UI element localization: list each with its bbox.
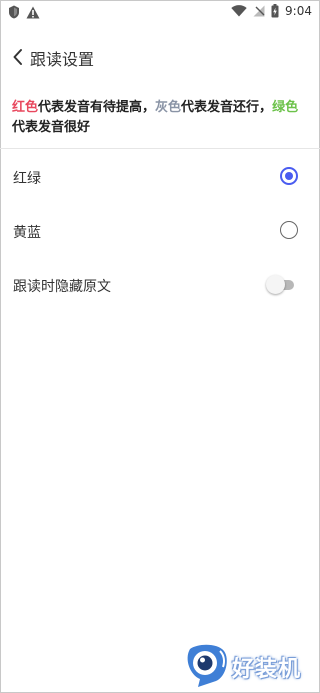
gray-word: 灰色 bbox=[155, 100, 182, 115]
green-word: 绿色 bbox=[272, 100, 299, 115]
watermark-text: 好装机 bbox=[232, 657, 302, 682]
page-title: 跟读设置 bbox=[30, 50, 95, 69]
red-description: 代表发音有待提高， bbox=[38, 100, 156, 115]
toggle-knob bbox=[266, 275, 285, 294]
watermark-logo-icon bbox=[187, 644, 227, 687]
status-left-icons bbox=[8, 5, 40, 19]
option-red-green-radio[interactable] bbox=[280, 167, 298, 185]
battery-charging-icon bbox=[271, 4, 279, 18]
status-time: 9:04 bbox=[285, 4, 312, 18]
section-divider bbox=[0, 148, 320, 149]
option-yellow-blue-label: 黄蓝 bbox=[13, 225, 41, 241]
wifi-icon bbox=[231, 5, 247, 17]
option-yellow-blue[interactable]: 黄蓝 bbox=[0, 212, 320, 252]
warning-icon bbox=[26, 6, 40, 18]
hide-text-label: 跟读时隐藏原文 bbox=[13, 279, 111, 295]
gray-description: 代表发音还行， bbox=[181, 100, 273, 115]
notification-shield-icon bbox=[9, 5, 19, 19]
color-legend-description: 红色代表发音有待提高，灰色代表发音还行，绿色代表发音很好 bbox=[12, 98, 310, 138]
hide-text-setting[interactable]: 跟读时隐藏原文 bbox=[0, 266, 320, 306]
hide-text-toggle[interactable] bbox=[266, 275, 294, 295]
option-yellow-blue-radio[interactable] bbox=[280, 221, 298, 239]
option-red-green-label: 红绿 bbox=[13, 171, 41, 187]
back-arrow-icon[interactable] bbox=[11, 48, 25, 66]
status-right-icons: 9:04 bbox=[231, 4, 312, 18]
option-red-green[interactable]: 红绿 bbox=[0, 158, 320, 198]
green-description: 代表发音很好 bbox=[12, 120, 91, 135]
status-bar: 9:04 bbox=[0, 0, 320, 26]
red-word: 红色 bbox=[12, 100, 39, 115]
app-bar: 跟读设置 bbox=[0, 40, 320, 74]
no-signal-icon bbox=[253, 5, 265, 17]
watermark: 好装机 bbox=[184, 643, 320, 689]
